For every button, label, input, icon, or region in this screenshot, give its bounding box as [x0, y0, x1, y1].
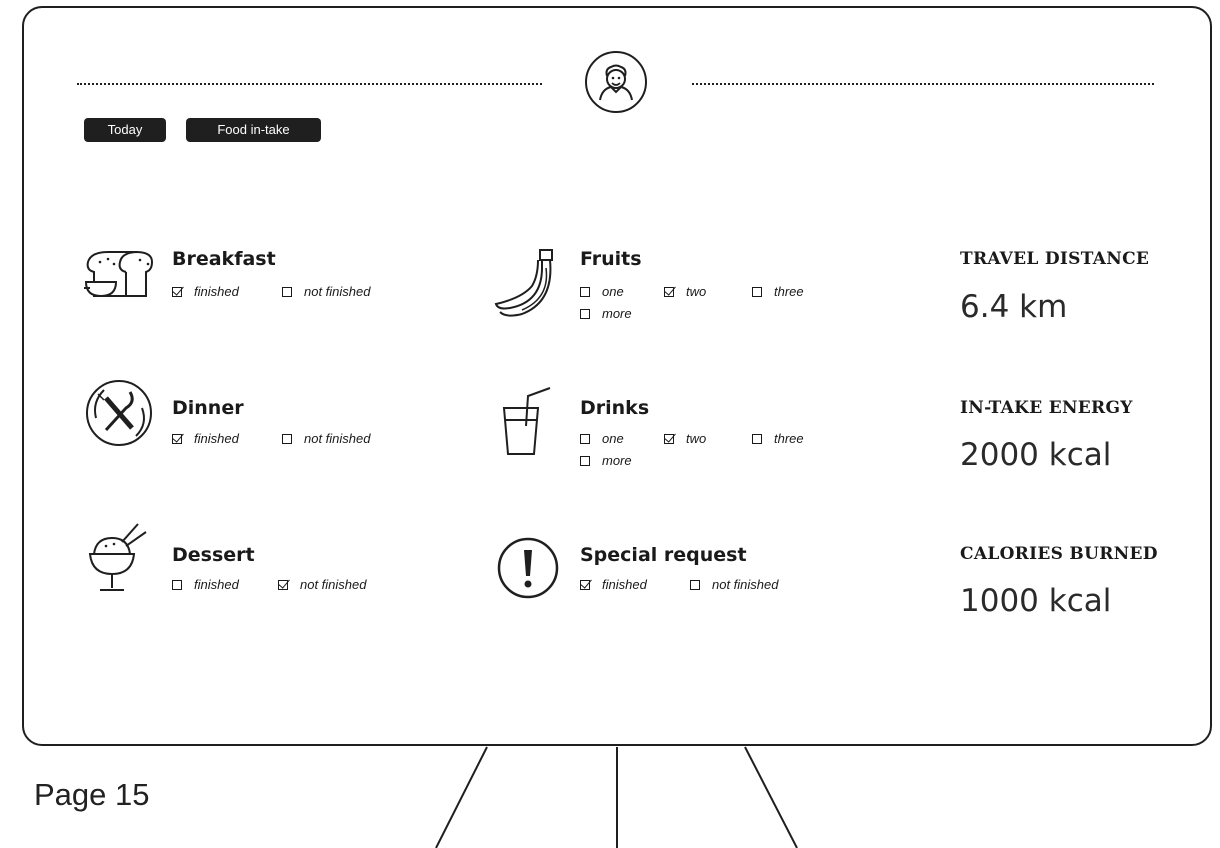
drinks-option-three[interactable]: three: [752, 431, 804, 446]
special-option-not-finished[interactable]: not finished: [690, 577, 779, 592]
dessert-option-finished[interactable]: finished: [172, 577, 239, 592]
special-option-finished[interactable]: finished: [580, 577, 647, 592]
divider-left: [77, 83, 542, 85]
fruits-option-one[interactable]: one: [580, 284, 624, 299]
banana-icon: [492, 246, 564, 325]
checkbox[interactable]: [282, 286, 292, 297]
dessert-bowl-icon: [86, 522, 154, 599]
plate-cutlery-icon: [84, 378, 154, 453]
checkbox[interactable]: [282, 433, 292, 444]
fruits-option-three[interactable]: three: [752, 284, 804, 299]
breakfast-option-finished[interactable]: finished: [172, 284, 239, 299]
dessert-option-not-finished[interactable]: not finished: [278, 577, 367, 592]
exclamation-icon: [496, 536, 560, 605]
checkbox[interactable]: [664, 433, 674, 444]
checkbox[interactable]: [580, 433, 590, 444]
tab-food-intake[interactable]: Food in-take: [186, 118, 321, 142]
checkbox[interactable]: [172, 433, 182, 444]
breakfast-option-not-finished[interactable]: not finished: [282, 284, 371, 299]
intake-energy-label: IN-TAKE ENERGY: [960, 398, 1133, 418]
drink-cup-icon: [498, 386, 554, 463]
checkbox[interactable]: [752, 286, 762, 297]
fruits-option-more[interactable]: more: [580, 306, 632, 321]
checkbox[interactable]: [278, 579, 288, 590]
bread-icon: [82, 246, 158, 309]
drinks-title: Drinks: [580, 397, 650, 419]
fruits-option-two[interactable]: two: [664, 284, 706, 299]
monitor-screen: [22, 6, 1212, 746]
drinks-option-two[interactable]: two: [664, 431, 706, 446]
travel-distance-label: TRAVEL DISTANCE: [960, 249, 1150, 269]
checkbox[interactable]: [580, 308, 590, 319]
checkbox[interactable]: [580, 286, 590, 297]
checkbox[interactable]: [752, 433, 762, 444]
drinks-option-one[interactable]: one: [580, 431, 624, 446]
checkbox[interactable]: [172, 286, 182, 297]
divider-right: [692, 83, 1154, 85]
user-avatar-icon[interactable]: [585, 51, 647, 113]
calories-burned-label: CALORIES BURNED: [960, 544, 1158, 564]
fruits-title: Fruits: [580, 248, 642, 270]
dinner-option-not-finished[interactable]: not finished: [282, 431, 371, 446]
breakfast-title: Breakfast: [172, 248, 276, 270]
checkbox[interactable]: [580, 455, 590, 466]
travel-distance-value: 6.4 km: [960, 289, 1068, 325]
checkbox[interactable]: [690, 579, 700, 590]
intake-energy-value: 2000 kcal: [960, 437, 1112, 473]
checkbox[interactable]: [580, 579, 590, 590]
dessert-title: Dessert: [172, 544, 255, 566]
dinner-option-finished[interactable]: finished: [172, 431, 239, 446]
drinks-option-more[interactable]: more: [580, 453, 632, 468]
special-request-title: Special request: [580, 544, 747, 566]
dinner-title: Dinner: [172, 397, 244, 419]
checkbox[interactable]: [664, 286, 674, 297]
tab-today[interactable]: Today: [84, 118, 166, 142]
checkbox[interactable]: [172, 579, 182, 590]
calories-burned-value: 1000 kcal: [960, 583, 1112, 619]
page-number: Page 15: [34, 777, 150, 812]
